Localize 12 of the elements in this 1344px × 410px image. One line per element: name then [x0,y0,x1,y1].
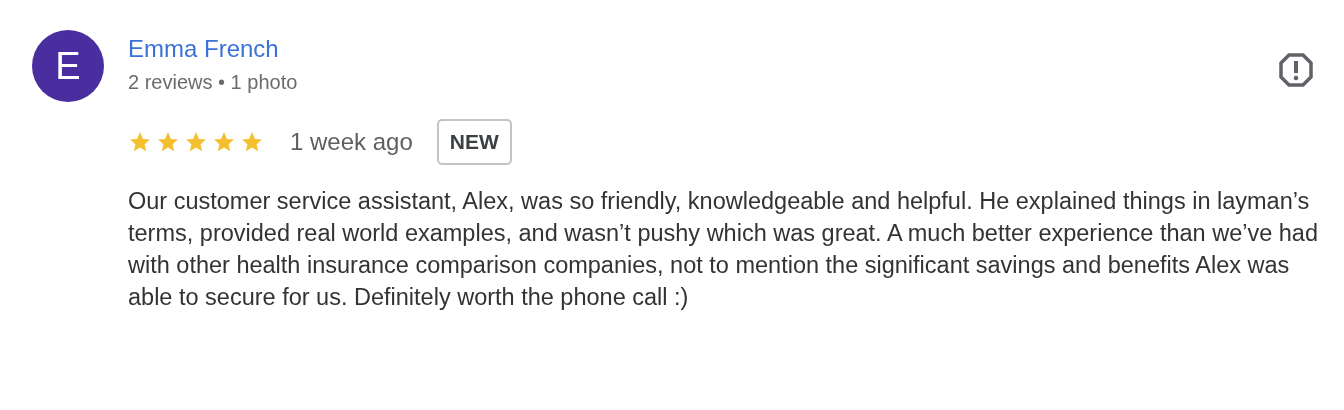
author-name[interactable]: Emma French [128,32,298,66]
new-badge: NEW [436,119,512,165]
reviewer-stats: 2 reviews • 1 photo [128,70,298,95]
avatar[interactable]: E [32,30,104,102]
star-icon [184,130,208,154]
star-icon [156,130,180,154]
star-icon [128,130,152,154]
star-icon [212,130,236,154]
review-text: Our customer service assistant, Alex, was so friendly, knowledgeable and helpful. He explained things in layman’s terms, provided real world examples, and wasn’t pushy which was great. A much better experience than we’ve had with other health insurance comparison companies, not to mention the significant savings and benefits Alex was able to secure for us. Definitely worth the phone call :) [128,187,1319,312]
review-time: 1 week ago [290,127,413,157]
report-icon[interactable] [1278,52,1314,88]
star-icon [240,130,264,154]
